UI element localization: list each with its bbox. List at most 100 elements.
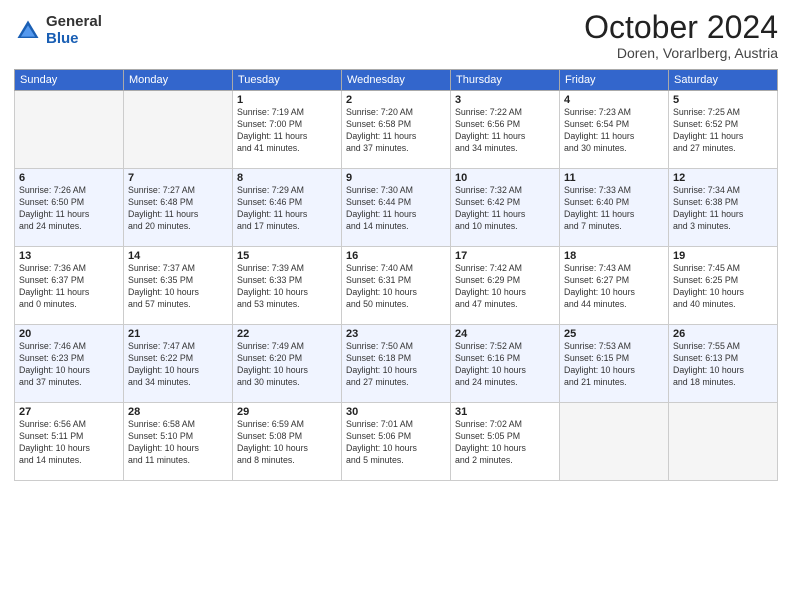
day-detail: Sunrise: 7:45 AMSunset: 6:25 PMDaylight:… <box>673 263 773 311</box>
day-number: 8 <box>237 172 337 184</box>
day-number: 5 <box>673 94 773 106</box>
day-detail: Sunrise: 7:47 AMSunset: 6:22 PMDaylight:… <box>128 341 228 389</box>
week-row-3: 13Sunrise: 7:36 AMSunset: 6:37 PMDayligh… <box>15 247 778 325</box>
day-number: 1 <box>237 94 337 106</box>
day-number: 29 <box>237 406 337 418</box>
day-cell-3-0: 20Sunrise: 7:46 AMSunset: 6:23 PMDayligh… <box>15 325 124 403</box>
day-detail: Sunrise: 7:20 AMSunset: 6:58 PMDaylight:… <box>346 107 446 155</box>
day-cell-3-2: 22Sunrise: 7:49 AMSunset: 6:20 PMDayligh… <box>233 325 342 403</box>
day-number: 31 <box>455 406 555 418</box>
day-cell-2-4: 17Sunrise: 7:42 AMSunset: 6:29 PMDayligh… <box>451 247 560 325</box>
day-cell-3-3: 23Sunrise: 7:50 AMSunset: 6:18 PMDayligh… <box>342 325 451 403</box>
day-detail: Sunrise: 7:50 AMSunset: 6:18 PMDaylight:… <box>346 341 446 389</box>
day-cell-0-3: 2Sunrise: 7:20 AMSunset: 6:58 PMDaylight… <box>342 91 451 169</box>
day-cell-2-0: 13Sunrise: 7:36 AMSunset: 6:37 PMDayligh… <box>15 247 124 325</box>
day-cell-0-0 <box>15 91 124 169</box>
day-cell-1-1: 7Sunrise: 7:27 AMSunset: 6:48 PMDaylight… <box>124 169 233 247</box>
th-thursday: Thursday <box>451 70 560 91</box>
day-number: 20 <box>19 328 119 340</box>
weekday-header-row: Sunday Monday Tuesday Wednesday Thursday… <box>15 70 778 91</box>
day-number: 26 <box>673 328 773 340</box>
day-cell-1-4: 10Sunrise: 7:32 AMSunset: 6:42 PMDayligh… <box>451 169 560 247</box>
day-number: 4 <box>564 94 664 106</box>
th-sunday: Sunday <box>15 70 124 91</box>
day-cell-1-2: 8Sunrise: 7:29 AMSunset: 6:46 PMDaylight… <box>233 169 342 247</box>
location-subtitle: Doren, Vorarlberg, Austria <box>584 45 778 61</box>
day-number: 22 <box>237 328 337 340</box>
day-cell-4-1: 28Sunrise: 6:58 AMSunset: 5:10 PMDayligh… <box>124 403 233 481</box>
day-number: 27 <box>19 406 119 418</box>
day-number: 18 <box>564 250 664 262</box>
week-row-4: 20Sunrise: 7:46 AMSunset: 6:23 PMDayligh… <box>15 325 778 403</box>
day-cell-4-4: 31Sunrise: 7:02 AMSunset: 5:05 PMDayligh… <box>451 403 560 481</box>
calendar: Sunday Monday Tuesday Wednesday Thursday… <box>14 69 778 481</box>
th-friday: Friday <box>560 70 669 91</box>
day-number: 23 <box>346 328 446 340</box>
day-detail: Sunrise: 7:19 AMSunset: 7:00 PMDaylight:… <box>237 107 337 155</box>
day-detail: Sunrise: 7:52 AMSunset: 6:16 PMDaylight:… <box>455 341 555 389</box>
day-cell-4-6 <box>669 403 778 481</box>
page: General Blue October 2024 Doren, Vorarlb… <box>0 0 792 612</box>
day-cell-1-6: 12Sunrise: 7:34 AMSunset: 6:38 PMDayligh… <box>669 169 778 247</box>
day-detail: Sunrise: 7:29 AMSunset: 6:46 PMDaylight:… <box>237 185 337 233</box>
day-cell-3-5: 25Sunrise: 7:53 AMSunset: 6:15 PMDayligh… <box>560 325 669 403</box>
day-detail: Sunrise: 6:56 AMSunset: 5:11 PMDaylight:… <box>19 419 119 467</box>
day-number: 6 <box>19 172 119 184</box>
day-detail: Sunrise: 7:02 AMSunset: 5:05 PMDaylight:… <box>455 419 555 467</box>
th-wednesday: Wednesday <box>342 70 451 91</box>
day-cell-2-2: 15Sunrise: 7:39 AMSunset: 6:33 PMDayligh… <box>233 247 342 325</box>
day-cell-2-1: 14Sunrise: 7:37 AMSunset: 6:35 PMDayligh… <box>124 247 233 325</box>
week-row-5: 27Sunrise: 6:56 AMSunset: 5:11 PMDayligh… <box>15 403 778 481</box>
day-number: 15 <box>237 250 337 262</box>
header: General Blue October 2024 Doren, Vorarlb… <box>14 10 778 61</box>
day-detail: Sunrise: 7:39 AMSunset: 6:33 PMDaylight:… <box>237 263 337 311</box>
day-number: 24 <box>455 328 555 340</box>
day-cell-2-6: 19Sunrise: 7:45 AMSunset: 6:25 PMDayligh… <box>669 247 778 325</box>
day-number: 2 <box>346 94 446 106</box>
day-number: 16 <box>346 250 446 262</box>
day-number: 11 <box>564 172 664 184</box>
th-tuesday: Tuesday <box>233 70 342 91</box>
day-cell-4-5 <box>560 403 669 481</box>
day-detail: Sunrise: 7:01 AMSunset: 5:06 PMDaylight:… <box>346 419 446 467</box>
day-cell-2-5: 18Sunrise: 7:43 AMSunset: 6:27 PMDayligh… <box>560 247 669 325</box>
logo-text: General Blue <box>46 14 102 47</box>
day-cell-1-3: 9Sunrise: 7:30 AMSunset: 6:44 PMDaylight… <box>342 169 451 247</box>
day-detail: Sunrise: 7:33 AMSunset: 6:40 PMDaylight:… <box>564 185 664 233</box>
day-detail: Sunrise: 7:42 AMSunset: 6:29 PMDaylight:… <box>455 263 555 311</box>
day-detail: Sunrise: 7:23 AMSunset: 6:54 PMDaylight:… <box>564 107 664 155</box>
day-detail: Sunrise: 6:59 AMSunset: 5:08 PMDaylight:… <box>237 419 337 467</box>
day-cell-0-2: 1Sunrise: 7:19 AMSunset: 7:00 PMDaylight… <box>233 91 342 169</box>
day-detail: Sunrise: 7:37 AMSunset: 6:35 PMDaylight:… <box>128 263 228 311</box>
day-cell-1-0: 6Sunrise: 7:26 AMSunset: 6:50 PMDaylight… <box>15 169 124 247</box>
logo: General Blue <box>14 14 102 47</box>
day-cell-3-6: 26Sunrise: 7:55 AMSunset: 6:13 PMDayligh… <box>669 325 778 403</box>
logo-icon <box>14 17 42 45</box>
day-cell-4-0: 27Sunrise: 6:56 AMSunset: 5:11 PMDayligh… <box>15 403 124 481</box>
day-cell-4-3: 30Sunrise: 7:01 AMSunset: 5:06 PMDayligh… <box>342 403 451 481</box>
day-number: 3 <box>455 94 555 106</box>
day-number: 7 <box>128 172 228 184</box>
day-number: 14 <box>128 250 228 262</box>
day-detail: Sunrise: 7:55 AMSunset: 6:13 PMDaylight:… <box>673 341 773 389</box>
title-section: October 2024 Doren, Vorarlberg, Austria <box>584 10 778 61</box>
logo-general: General <box>46 14 102 31</box>
week-row-2: 6Sunrise: 7:26 AMSunset: 6:50 PMDaylight… <box>15 169 778 247</box>
day-detail: Sunrise: 7:53 AMSunset: 6:15 PMDaylight:… <box>564 341 664 389</box>
day-cell-3-4: 24Sunrise: 7:52 AMSunset: 6:16 PMDayligh… <box>451 325 560 403</box>
day-number: 19 <box>673 250 773 262</box>
day-cell-0-1 <box>124 91 233 169</box>
day-number: 13 <box>19 250 119 262</box>
day-detail: Sunrise: 6:58 AMSunset: 5:10 PMDaylight:… <box>128 419 228 467</box>
logo-blue: Blue <box>46 31 102 48</box>
day-cell-1-5: 11Sunrise: 7:33 AMSunset: 6:40 PMDayligh… <box>560 169 669 247</box>
day-detail: Sunrise: 7:30 AMSunset: 6:44 PMDaylight:… <box>346 185 446 233</box>
day-number: 21 <box>128 328 228 340</box>
day-number: 28 <box>128 406 228 418</box>
day-cell-2-3: 16Sunrise: 7:40 AMSunset: 6:31 PMDayligh… <box>342 247 451 325</box>
day-detail: Sunrise: 7:34 AMSunset: 6:38 PMDaylight:… <box>673 185 773 233</box>
day-detail: Sunrise: 7:32 AMSunset: 6:42 PMDaylight:… <box>455 185 555 233</box>
day-cell-3-1: 21Sunrise: 7:47 AMSunset: 6:22 PMDayligh… <box>124 325 233 403</box>
th-monday: Monday <box>124 70 233 91</box>
day-number: 10 <box>455 172 555 184</box>
